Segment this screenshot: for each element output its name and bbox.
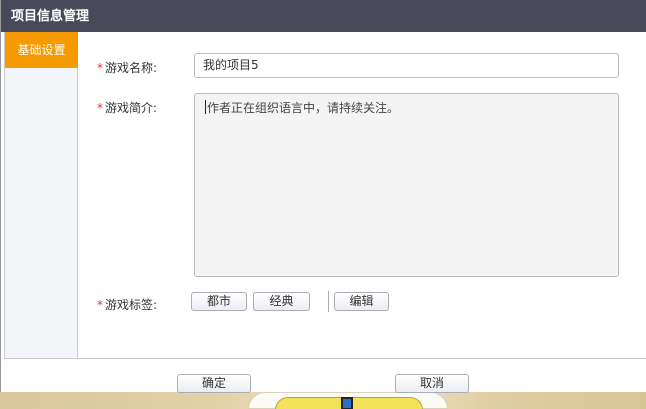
- edit-tags-button[interactable]: 编辑: [334, 292, 389, 311]
- game-intro-label-text: 游戏简介:: [105, 101, 158, 115]
- tag-jingdian[interactable]: 经典: [253, 292, 310, 311]
- text-caret: [205, 100, 206, 114]
- game-tags-label-text: 游戏标签:: [105, 298, 158, 312]
- background-character: [248, 392, 448, 409]
- tags-separator: [328, 291, 329, 312]
- game-name-input[interactable]: 我的项目5: [194, 53, 619, 78]
- required-mark: *: [97, 298, 103, 312]
- game-intro-textarea[interactable]: 作者正在组织语言中，请持续关注。: [194, 93, 619, 277]
- game-intro-text: 作者正在组织语言中，请持续关注。: [207, 101, 400, 115]
- tab-basic-settings[interactable]: 基础设置: [5, 32, 78, 68]
- background-character-detail: [341, 397, 353, 409]
- game-tags-label: * 游戏标签:: [97, 296, 157, 313]
- dialog-title: 项目信息管理: [1, 0, 646, 32]
- tag-dushi[interactable]: 都市: [191, 292, 247, 311]
- game-name-label-text: 游戏名称:: [105, 61, 158, 75]
- required-mark: *: [97, 101, 103, 115]
- game-intro-label: * 游戏简介:: [97, 99, 157, 116]
- required-mark: *: [97, 61, 103, 75]
- cancel-button[interactable]: 取消: [395, 374, 469, 393]
- confirm-button[interactable]: 确定: [177, 374, 251, 393]
- dialog-footer: [4, 359, 646, 392]
- game-name-label: * 游戏名称:: [97, 59, 157, 76]
- sidebar: 基础设置: [4, 32, 78, 358]
